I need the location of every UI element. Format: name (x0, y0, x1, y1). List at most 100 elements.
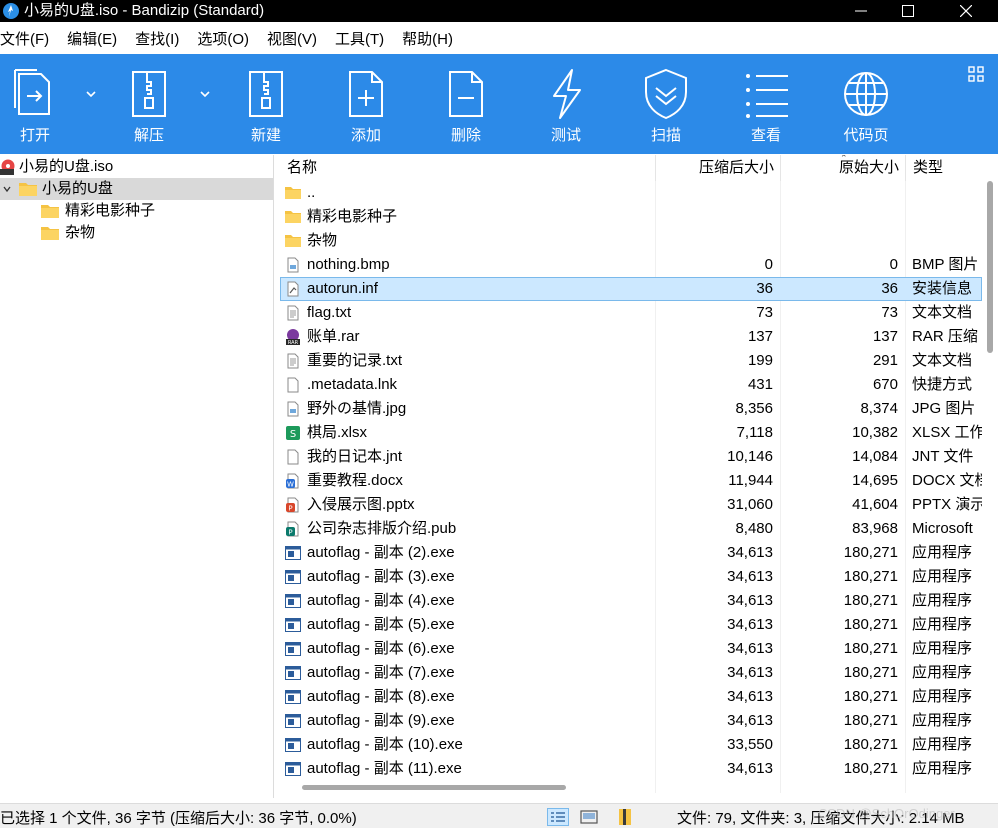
delete-button[interactable]: 删除 (421, 54, 511, 154)
file-row[interactable]: nothing.bmp 0 0 BMP 图片 (280, 253, 982, 277)
minimize-button[interactable] (838, 0, 884, 22)
horizontal-scrollbar[interactable] (280, 781, 982, 795)
file-compressed-size: 137 (747, 328, 773, 345)
file-compressed-size: 431 (747, 376, 773, 393)
menu-view[interactable]: 视图(V) (267, 29, 317, 51)
file-original-size: 36 (881, 280, 898, 297)
folder-file-icon (285, 233, 301, 249)
file-compressed-size: 199 (747, 352, 773, 369)
file-compressed-size: 34,613 (727, 568, 773, 585)
file-original-size: 180,271 (843, 712, 898, 729)
scan-button[interactable]: 扫描 (621, 54, 711, 154)
codepage-button[interactable]: 代码页 (821, 54, 911, 154)
column-header-compressed-size[interactable]: 压缩后大小 (656, 155, 781, 181)
archive-info-icon[interactable] (615, 808, 637, 826)
file-row[interactable]: autoflag - 副本 (7).exe 34,613 180,271 应用程序 (280, 661, 982, 685)
new-archive-button[interactable]: 新建 (221, 54, 311, 154)
file-row[interactable]: 我的日记本.jnt 10,146 14,084 JNT 文件 (280, 445, 982, 469)
close-icon (960, 5, 972, 17)
docx-file-icon: W (285, 473, 301, 489)
file-compressed-size: 34,613 (727, 640, 773, 657)
delete-label: 删除 (450, 127, 481, 144)
file-name: 精彩电影种子 (307, 208, 398, 225)
pub-file-icon: P (285, 521, 301, 537)
file-type: 应用程序 (912, 616, 973, 633)
rar-file-icon: RAR (285, 329, 301, 346)
open-button[interactable]: 打开 (0, 54, 80, 154)
tree-item-archive-root[interactable]: 小易的U盘.iso (0, 156, 273, 178)
file-type: DOCX 文档 (912, 472, 982, 489)
file-row[interactable]: autoflag - 副本 (8).exe 34,613 180,271 应用程序 (280, 685, 982, 709)
file-row[interactable]: autoflag - 副本 (2).exe 34,613 180,271 应用程序 (280, 541, 982, 565)
horizontal-scroll-thumb[interactable] (302, 785, 566, 790)
extract-dropdown-chevron-icon[interactable] (198, 87, 212, 101)
file-compressed-size: 33,550 (727, 736, 773, 753)
file-row[interactable]: 杂物 (280, 229, 982, 253)
view-button[interactable]: 查看 (721, 54, 811, 154)
inf-file-icon (285, 281, 301, 297)
add-label: 添加 (350, 127, 381, 144)
file-row[interactable]: W 重要教程.docx 11,944 14,695 DOCX 文档 (280, 469, 982, 493)
collapse-chevron-icon[interactable] (0, 178, 14, 200)
layout-grid-icon[interactable] (968, 66, 984, 82)
blank-file-icon (285, 449, 301, 465)
file-type: 应用程序 (912, 664, 973, 681)
bandizip-app-icon (3, 3, 19, 19)
file-row[interactable]: RAR 账单.rar 137 137 RAR 压缩 (280, 325, 982, 349)
file-compressed-size: 34,613 (727, 688, 773, 705)
blank-file-icon (285, 377, 301, 393)
menu-options[interactable]: 选项(O) (197, 29, 249, 51)
file-original-size: 180,271 (843, 736, 898, 753)
file-row[interactable]: autoflag - 副本 (6).exe 34,613 180,271 应用程序 (280, 637, 982, 661)
file-row[interactable]: P 公司杂志排版介绍.pub 8,480 83,968 Microsoft (280, 517, 982, 541)
folder-file-icon (285, 209, 301, 225)
file-row[interactable]: autoflag - 副本 (4).exe 34,613 180,271 应用程序 (280, 589, 982, 613)
maximize-button[interactable] (885, 0, 931, 22)
menu-help[interactable]: 帮助(H) (402, 29, 453, 51)
thumbnail-view-icon[interactable] (578, 808, 600, 826)
file-row[interactable]: S 棋局.xlsx 7,118 10,382 XLSX 工作 (280, 421, 982, 445)
file-name: autoflag - 副本 (3).exe (307, 568, 455, 585)
file-row[interactable]: autoflag - 副本 (10).exe 33,550 180,271 应用程序 (280, 733, 982, 757)
extract-button[interactable]: 解压 (104, 54, 194, 154)
file-row[interactable]: 精彩电影种子 (280, 205, 982, 229)
file-row[interactable]: 重要的记录.txt 199 291 文本文档 (280, 349, 982, 373)
details-view-icon[interactable] (547, 808, 569, 826)
close-button[interactable] (943, 0, 989, 22)
file-compressed-size: 34,613 (727, 712, 773, 729)
vertical-scroll-thumb[interactable] (987, 181, 993, 353)
vertical-scrollbar[interactable] (983, 181, 998, 781)
file-row[interactable]: autoflag - 副本 (9).exe 34,613 180,271 应用程序 (280, 709, 982, 733)
file-row[interactable]: .metadata.lnk 431 670 快捷方式 (280, 373, 982, 397)
file-row[interactable]: autoflag - 副本 (5).exe 34,613 180,271 应用程序 (280, 613, 982, 637)
text-file-icon (285, 305, 301, 321)
exe-file-icon (285, 545, 301, 561)
file-row[interactable]: flag.txt 73 73 文本文档 (280, 301, 982, 325)
menu-file[interactable]: 文件(F) (0, 29, 49, 51)
file-row[interactable]: P 入侵展示图.pptx 31,060 41,604 PPTX 演示 (280, 493, 982, 517)
file-name: 重要教程.docx (307, 472, 403, 489)
file-type: 安装信息 (912, 280, 973, 297)
menu-edit[interactable]: 编辑(E) (67, 29, 117, 51)
codepage-globe-icon (844, 72, 888, 116)
file-row[interactable]: .. (280, 181, 982, 205)
selection-status: 已选择 1 个文件, 36 字节 (压缩后大小: 36 字节, 0.0%) (0, 810, 357, 827)
test-button[interactable]: 测试 (521, 54, 611, 154)
file-compressed-size: 34,613 (727, 760, 773, 777)
column-header-type[interactable]: 类型 (906, 155, 998, 181)
file-row[interactable]: autorun.inf 36 36 安装信息 (280, 277, 982, 301)
menu-tools[interactable]: 工具(T) (335, 29, 384, 51)
file-row[interactable]: 野外の基情.jpg 8,356 8,374 JPG 图片 (280, 397, 982, 421)
file-row[interactable]: autoflag - 副本 (3).exe 34,613 180,271 应用程序 (280, 565, 982, 589)
file-original-size: 180,271 (843, 688, 898, 705)
svg-text:RAR: RAR (288, 340, 299, 345)
menu-find[interactable]: 查找(I) (135, 29, 179, 51)
column-header-name[interactable]: 名称 (280, 155, 656, 181)
tree-item-misc[interactable]: 杂物 (0, 222, 273, 244)
open-dropdown-chevron-icon[interactable] (84, 87, 98, 101)
tree-item-movie-seeds[interactable]: 精彩电影种子 (0, 200, 273, 222)
tree-item-root-folder[interactable]: 小易的U盘 (0, 178, 273, 200)
file-list-header: 名称 压缩后大小 原始大小 类型 ⌃ (280, 155, 998, 181)
file-row[interactable]: autoflag - 副本 (11).exe 34,613 180,271 应用程序 (280, 757, 982, 781)
add-button[interactable]: 添加 (321, 54, 411, 154)
